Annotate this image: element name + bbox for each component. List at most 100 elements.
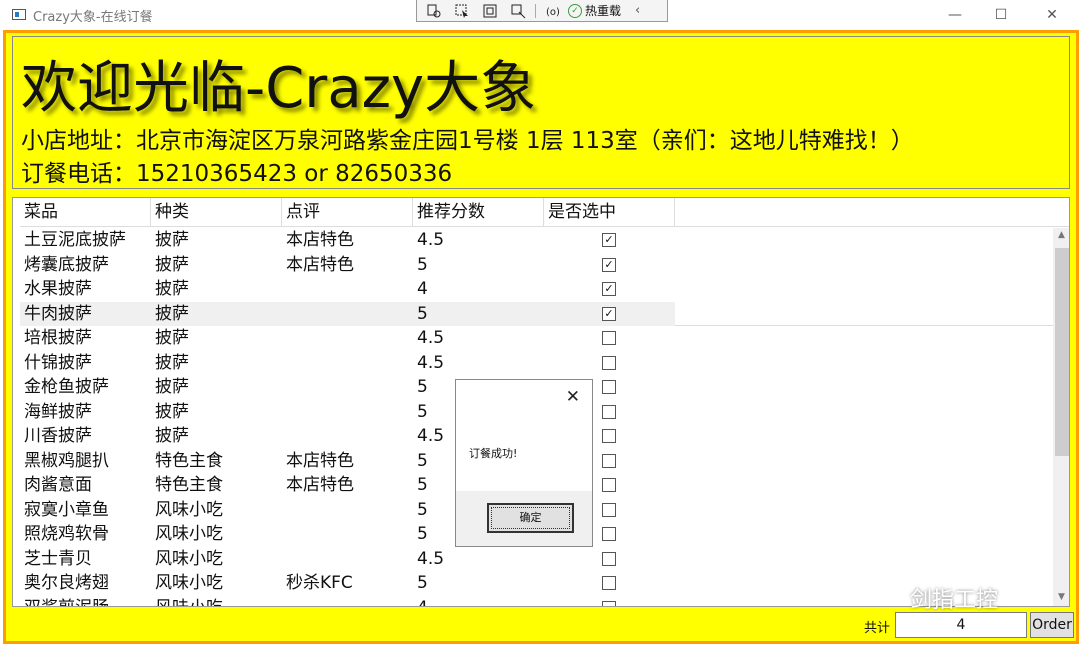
comment-cell [282,375,286,399]
comment-cell: 本店特色 [286,450,354,471]
selected-checkbox[interactable]: ✓ [602,257,616,272]
hot-reload-status[interactable]: ✓ 热重载 [568,2,621,19]
score-cell: 4 [417,279,428,299]
comment-cell [282,302,286,326]
dish-type-cell: 披萨 [155,352,189,373]
score-cell: 5 [417,254,428,275]
window-title-bar: Crazy大象-在线订餐 (o) ✓ 热重载 ‹ — ☐ ✕ [0,0,1080,30]
selected-checkbox[interactable] [602,355,616,370]
table-row[interactable]: 牛肉披萨 披萨 5 ✓ [20,301,1054,326]
selected-checkbox[interactable]: ✓ [602,282,616,296]
display-adorners-icon[interactable] [479,2,501,20]
maximize-button[interactable]: ☐ [986,4,1016,26]
close-button[interactable]: ✕ [1037,4,1067,26]
comment-cell [282,547,286,571]
dish-type-cell: 披萨 [155,303,189,324]
scroll-up-icon[interactable]: ▲ [1053,230,1069,244]
scroll-thumb[interactable] [1055,248,1069,456]
score-cell: 5 [417,524,428,544]
table-row[interactable]: 培根披萨 披萨 4.5 [20,326,1054,350]
dish-type-cell: 披萨 [155,328,189,348]
total-label: 共计 [864,621,891,636]
select-element-icon[interactable] [451,2,473,20]
dialog-ok-button[interactable]: 确定 [487,503,574,533]
scroll-down-icon[interactable]: ▼ [1053,592,1069,606]
dish-name-cell: 川香披萨 [24,426,92,446]
dish-type-cell: 风味小吃 [155,548,223,569]
live-tree-icon[interactable] [423,2,445,20]
selected-checkbox[interactable] [602,331,616,345]
app-icon [12,9,26,20]
dialog-close-button[interactable]: ✕ [566,387,580,407]
selected-checkbox[interactable] [602,502,616,517]
minimize-button[interactable]: — [940,4,970,26]
score-cell: 5 [417,377,428,397]
table-row[interactable]: 土豆泥底披萨 披萨 本店特色 4.5 ✓ [20,228,1054,252]
dish-name-cell: 黑椒鸡腿扒 [24,450,109,471]
dish-type-cell: 特色主食 [155,450,223,471]
dish-type-cell: 风味小吃 [151,596,223,607]
column-header-selected[interactable]: 是否选中 [544,198,675,227]
dish-name-cell: 什锦披萨 [24,352,92,373]
dish-name-cell: 金枪鱼披萨 [24,377,109,397]
score-cell: 5 [417,303,428,324]
table-row[interactable]: 水果披萨 披萨 4 ✓ [20,277,1054,301]
column-header-comment[interactable]: 点评 [282,198,413,227]
score-cell: 4.5 [417,328,445,348]
score-cell: 4.5 [417,548,445,569]
dish-name-cell: 烤囊底披萨 [24,254,109,275]
selected-checkbox[interactable] [602,429,616,443]
table-row[interactable]: 芝士青贝 风味小吃 4.5 [20,547,1054,571]
dish-name-cell: 寂寞小章鱼 [24,499,109,520]
selected-checkbox[interactable] [602,453,616,468]
shop-phone: 订餐电话：15210365423 or 82650336 [21,161,453,187]
comment-cell [282,400,286,424]
dish-type-cell: 风味小吃 [155,499,223,520]
selected-checkbox[interactable] [602,478,616,492]
order-button[interactable]: Order [1030,612,1074,638]
column-header-dish[interactable]: 菜品 [20,198,151,227]
dish-name-cell: 肉酱意面 [24,475,92,495]
dish-name-cell: 牛肉披萨 [24,303,92,324]
check-circle-icon: ✓ [568,3,582,18]
binding-failures-icon[interactable]: (o) [542,2,564,20]
score-cell: 4 [413,596,428,607]
comment-cell: 本店特色 [286,475,354,495]
score-cell: 4.5 [417,426,445,446]
comment-cell [282,596,286,607]
dialog-message: 订餐成功! [469,447,518,460]
selected-checkbox[interactable] [602,600,616,606]
debug-toolbar: (o) ✓ 热重载 ‹ [416,0,668,22]
selected-checkbox[interactable] [602,404,616,419]
comment-cell [282,522,286,546]
selected-checkbox[interactable] [602,576,616,590]
table-row[interactable]: 什锦披萨 披萨 4.5 [20,351,1054,375]
dish-name-cell: 土豆泥底披萨 [24,230,126,250]
total-count-field[interactable]: 4 [895,612,1027,638]
selected-row-highlight [20,301,675,326]
comment-cell: 本店特色 [286,230,354,250]
score-cell: 4.5 [417,352,445,373]
comment-cell [282,351,286,375]
selected-checkbox[interactable]: ✓ [602,306,616,321]
selected-checkbox[interactable] [602,380,616,394]
wechat-icon [878,584,904,612]
column-header-score[interactable]: 推荐分数 [413,198,544,227]
selected-checkbox[interactable] [602,527,616,541]
column-header-type[interactable]: 种类 [151,198,282,227]
selected-checkbox[interactable]: ✓ [602,233,616,247]
dish-name-cell: 海鲜披萨 [24,401,92,422]
vertical-scrollbar[interactable]: ▲ ▼ [1053,228,1069,606]
track-focus-icon[interactable] [507,2,529,20]
shop-address: 小店地址：北京市海淀区万泉河路紫金庄园1号楼 1层 113室（亲们：这地儿特难找… [21,128,914,154]
watermark: 剑指工控 [878,582,998,614]
selected-checkbox[interactable] [602,551,616,566]
dish-name-cell: 奥尔良烤翅 [24,573,109,593]
comment-cell [282,277,286,301]
table-row[interactable]: 烤囊底披萨 披萨 本店特色 5 ✓ [20,253,1054,277]
dish-type-cell: 披萨 [155,401,189,422]
window-title: Crazy大象-在线订餐 [33,10,153,25]
grid-header: 菜品 种类 点评 推荐分数 是否选中 [20,198,1069,227]
collapse-toolbar-icon[interactable]: ‹ [635,3,640,18]
dish-type-cell: 风味小吃 [155,573,223,593]
